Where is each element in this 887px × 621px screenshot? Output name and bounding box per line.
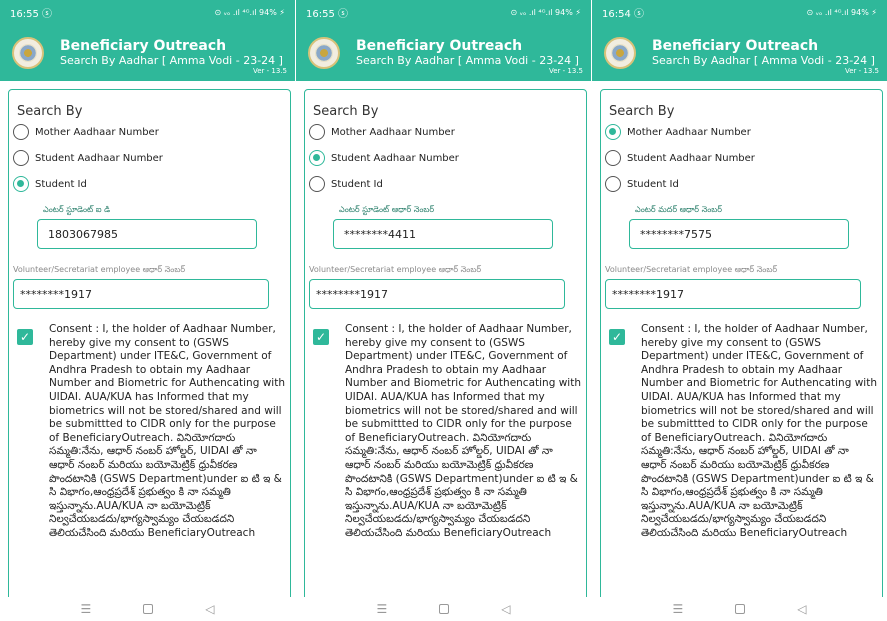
status-icons: ⊙ ᵥₒ .ıl ⁴ᴳ.ıl 94% ⚡	[510, 7, 581, 17]
status-bar: 16:54 ⓢ ⊙ ᵥₒ .ıl ⁴ᴳ.ıl 94% ⚡	[592, 0, 887, 24]
content-area[interactable]: Search By Mother Aadhaar Number Student …	[592, 81, 887, 597]
volunteer-aadhaar-label: Volunteer/Secretariat employee ఆధార్ నెం…	[309, 265, 482, 274]
consent-block: ✓ Consent : I, the holder of Aadhaar Num…	[609, 323, 882, 541]
system-nav-bar: ☰ ◁	[592, 597, 887, 621]
radio-icon	[309, 176, 325, 192]
app-title: Beneficiary Outreach	[652, 37, 819, 54]
radio-mother-aadhaar[interactable]: Mother Aadhaar Number	[605, 119, 882, 145]
volunteer-aadhaar-input[interactable]: ********1917	[605, 279, 861, 309]
search-by-heading: Search By	[313, 104, 379, 119]
student-aadhaar-input[interactable]: ********4411	[333, 219, 553, 249]
volunteer-aadhaar-input[interactable]: ********1917	[13, 279, 269, 309]
radio-icon	[13, 124, 29, 140]
consent-checkbox[interactable]: ✓	[609, 329, 625, 345]
status-time: 16:55 ⓢ	[10, 8, 52, 20]
radio-icon	[309, 124, 325, 140]
screens-row: 16:55 ⓢ ⊙ ᵥₒ .ıl ⁴ᴳ.ıl 94% ⚡ Beneficiary…	[0, 0, 887, 621]
mother-aadhaar-input[interactable]: ********7575	[629, 219, 849, 249]
radio-label: Mother Aadhaar Number	[35, 126, 159, 138]
radio-icon	[605, 150, 621, 166]
radio-student-aadhaar[interactable]: Student Aadhaar Number	[605, 145, 882, 171]
radio-student-aadhaar[interactable]: Student Aadhaar Number	[309, 145, 586, 171]
version-label: Ver - 13.5	[253, 67, 287, 75]
student-aadhaar-label: ఎంటర్ స్టూడెంట్ ఆధార్ నెంబర్	[339, 205, 435, 214]
app-title: Beneficiary Outreach	[356, 37, 523, 54]
app-subtitle: Search By Aadhar [ Amma Vodi - 23-24 ]	[356, 54, 579, 68]
app-subtitle: Search By Aadhar [ Amma Vodi - 23-24 ]	[652, 54, 875, 68]
radio-label: Mother Aadhaar Number	[627, 126, 751, 138]
system-nav-bar: ☰ ◁	[0, 597, 295, 621]
consent-text: Consent : I, the holder of Aadhaar Numbe…	[49, 323, 285, 539]
search-by-heading: Search By	[17, 104, 83, 119]
volunteer-aadhaar-label: Volunteer/Secretariat employee ఆధార్ నెం…	[13, 265, 186, 274]
back-nav-icon[interactable]: ◁	[797, 602, 806, 616]
radio-icon	[605, 176, 621, 192]
search-by-heading: Search By	[609, 104, 675, 119]
mother-aadhaar-label: ఎంటర్ మదర్ ఆధార్ నెంబర్	[635, 205, 723, 214]
radio-icon	[605, 124, 621, 140]
radio-label: Student Aadhaar Number	[35, 152, 163, 164]
back-nav-icon[interactable]: ◁	[205, 602, 214, 616]
version-label: Ver - 13.5	[845, 67, 879, 75]
volunteer-aadhaar-input[interactable]: ********1917	[309, 279, 565, 309]
consent-checkbox[interactable]: ✓	[17, 329, 33, 345]
radio-student-id[interactable]: Student Id	[13, 171, 290, 197]
radio-student-aadhaar[interactable]: Student Aadhaar Number	[13, 145, 290, 171]
menu-nav-icon[interactable]: ☰	[673, 602, 684, 616]
phone-screen-3: 16:54 ⓢ ⊙ ᵥₒ .ıl ⁴ᴳ.ıl 94% ⚡ Beneficiary…	[592, 0, 887, 621]
phone-screen-2: 16:55 ⓢ ⊙ ᵥₒ .ıl ⁴ᴳ.ıl 94% ⚡ Beneficiary…	[296, 0, 591, 621]
search-card: Search By Mother Aadhaar Number Student …	[8, 89, 291, 597]
radio-label: Student Aadhaar Number	[627, 152, 755, 164]
back-nav-icon[interactable]: ◁	[501, 602, 510, 616]
menu-nav-icon[interactable]: ☰	[81, 602, 92, 616]
home-nav-icon[interactable]	[735, 604, 746, 614]
status-icons: ⊙ ᵥₒ .ıl ⁴ᴳ.ıl 94% ⚡	[214, 7, 285, 17]
search-card: Search By Mother Aadhaar Number Student …	[600, 89, 883, 597]
consent-block: ✓ Consent : I, the holder of Aadhaar Num…	[313, 323, 586, 541]
radio-icon	[309, 150, 325, 166]
radio-icon	[13, 150, 29, 166]
status-bar: 16:55 ⓢ ⊙ ᵥₒ .ıl ⁴ᴳ.ıl 94% ⚡	[0, 0, 295, 24]
consent-text: Consent : I, the holder of Aadhaar Numbe…	[345, 323, 581, 539]
version-label: Ver - 13.5	[549, 67, 583, 75]
app-title: Beneficiary Outreach	[60, 37, 227, 54]
radio-label: Student Id	[627, 178, 679, 190]
app-subtitle: Search By Aadhar [ Amma Vodi - 23-24 ]	[60, 54, 283, 68]
ap-emblem-logo	[308, 36, 340, 69]
app-bar: Beneficiary Outreach Search By Aadhar [ …	[592, 24, 887, 81]
content-area[interactable]: Search By Mother Aadhaar Number Student …	[296, 81, 591, 597]
phone-screen-1: 16:55 ⓢ ⊙ ᵥₒ .ıl ⁴ᴳ.ıl 94% ⚡ Beneficiary…	[0, 0, 295, 621]
ap-emblem-logo	[604, 36, 636, 69]
consent-block: ✓ Consent : I, the holder of Aadhaar Num…	[17, 323, 290, 541]
consent-checkbox[interactable]: ✓	[313, 329, 329, 345]
radio-student-id[interactable]: Student Id	[605, 171, 882, 197]
student-id-label: ఎంటర్ స్టూడెంట్ ఐ డి	[43, 205, 111, 214]
system-nav-bar: ☰ ◁	[296, 597, 591, 621]
home-nav-icon[interactable]	[439, 604, 450, 614]
radio-label: Student Aadhaar Number	[331, 152, 459, 164]
status-icons: ⊙ ᵥₒ .ıl ⁴ᴳ.ıl 94% ⚡	[806, 7, 877, 17]
student-id-input[interactable]: 1803067985	[37, 219, 257, 249]
home-nav-icon[interactable]	[143, 604, 154, 614]
app-bar: Beneficiary Outreach Search By Aadhar [ …	[296, 24, 591, 81]
radio-mother-aadhaar[interactable]: Mother Aadhaar Number	[13, 119, 290, 145]
status-time: 16:55 ⓢ	[306, 8, 348, 20]
ap-emblem-logo	[12, 36, 44, 69]
radio-label: Student Id	[331, 178, 383, 190]
radio-student-id[interactable]: Student Id	[309, 171, 586, 197]
consent-text: Consent : I, the holder of Aadhaar Numbe…	[641, 323, 877, 539]
content-area[interactable]: Search By Mother Aadhaar Number Student …	[0, 81, 295, 597]
radio-label: Mother Aadhaar Number	[331, 126, 455, 138]
radio-label: Student Id	[35, 178, 87, 190]
status-bar: 16:55 ⓢ ⊙ ᵥₒ .ıl ⁴ᴳ.ıl 94% ⚡	[296, 0, 591, 24]
radio-mother-aadhaar[interactable]: Mother Aadhaar Number	[309, 119, 586, 145]
status-time: 16:54 ⓢ	[602, 8, 644, 20]
volunteer-aadhaar-label: Volunteer/Secretariat employee ఆధార్ నెం…	[605, 265, 778, 274]
radio-icon	[13, 176, 29, 192]
search-card: Search By Mother Aadhaar Number Student …	[304, 89, 587, 597]
app-bar: Beneficiary Outreach Search By Aadhar [ …	[0, 24, 295, 81]
menu-nav-icon[interactable]: ☰	[377, 602, 388, 616]
